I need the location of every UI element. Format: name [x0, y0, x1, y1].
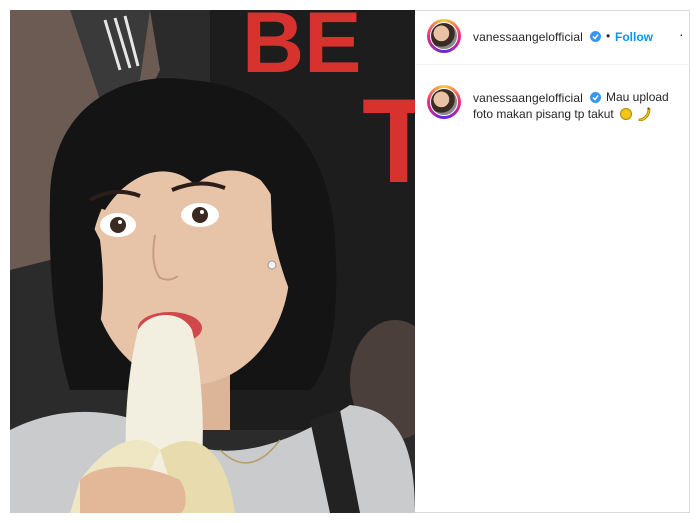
more-options-icon[interactable]: ·: [679, 26, 685, 42]
caption-text-line2-wrap: foto makan pisang tp takut: [473, 106, 651, 126]
poster-letter-t: T: [362, 74, 415, 208]
caption-text-line1: Mau upload: [606, 90, 669, 104]
poster-letters-be: BE: [242, 10, 361, 91]
caption-text-line2: foto makan pisang tp takut: [473, 107, 614, 121]
caption-avatar[interactable]: [427, 85, 461, 119]
post-side-panel: vanessaangelofficial • Follow · vanessaa…: [416, 10, 690, 513]
avatar-image: [430, 88, 458, 116]
banana-emoji: [637, 107, 651, 126]
header-separator: •: [606, 29, 611, 43]
verified-badge-icon: [590, 92, 601, 103]
post-photo[interactable]: BE T: [10, 10, 415, 513]
header-avatar[interactable]: [427, 19, 461, 53]
caption-username[interactable]: vanessaangelofficial: [473, 91, 583, 105]
verified-badge-icon: [590, 31, 601, 42]
post-photo-illustration: BE T: [10, 10, 415, 513]
avatar-image: [430, 22, 458, 50]
header-username[interactable]: vanessaangelofficial: [473, 30, 583, 44]
post-header: vanessaangelofficial • Follow ·: [416, 10, 690, 65]
follow-button[interactable]: Follow: [615, 30, 653, 44]
worried-face-emoji: [620, 108, 633, 120]
